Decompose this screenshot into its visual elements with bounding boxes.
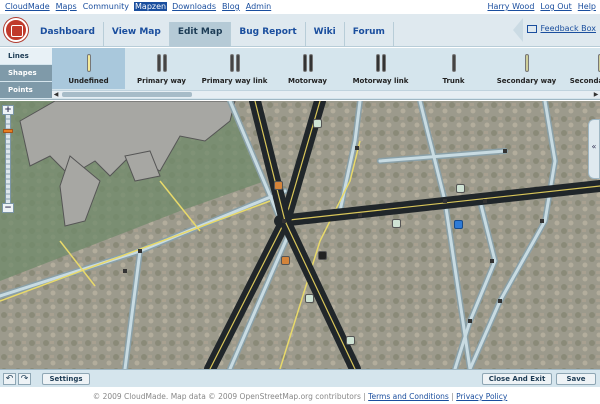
way-type-icon <box>229 54 240 72</box>
shop-icon[interactable] <box>274 181 283 190</box>
way-type-scrollbar[interactable]: ◀ ▶ <box>52 90 600 98</box>
scroll-thumb[interactable] <box>62 92 192 97</box>
way-type-icon <box>86 54 91 72</box>
terms-link[interactable]: Terms and Conditions <box>368 392 449 401</box>
link-community[interactable]: Community <box>82 2 130 11</box>
way-swatch <box>162 54 167 72</box>
map-canvas[interactable]: + − « <box>0 101 600 369</box>
way-swatch <box>524 54 529 72</box>
way-type-item[interactable]: Motorway link <box>344 48 417 89</box>
feedback-label: Feedback Box <box>540 24 596 33</box>
way-swatch <box>381 54 386 72</box>
way-type-item[interactable]: Undefined <box>52 48 125 89</box>
feedback-arrow-icon <box>513 18 524 42</box>
category-lines[interactable]: Lines <box>0 48 52 65</box>
privacy-link[interactable]: Privacy Policy <box>456 392 507 401</box>
link-cloudmade[interactable]: CloudMade <box>4 2 51 11</box>
footer-separator: | <box>451 392 454 401</box>
zoom-out-button[interactable]: − <box>2 203 14 213</box>
way-type-item[interactable]: Primary way <box>125 48 198 89</box>
zoom-in-button[interactable]: + <box>2 105 14 115</box>
scroll-left-icon[interactable]: ◀ <box>52 91 60 98</box>
way-type-item[interactable]: Motorway <box>271 48 344 89</box>
way-type-label: Motorway link <box>352 77 409 85</box>
bus-station-icon[interactable] <box>454 220 463 229</box>
feature-toolbar: Lines Shapes Points Undefined Primary way… <box>0 48 600 100</box>
cloudmade-logo-icon[interactable] <box>4 18 28 42</box>
bottom-toolbar: ↶ ↷ Settings Close And Exit Save <box>0 369 600 387</box>
link-downloads[interactable]: Downloads <box>171 2 217 11</box>
marker-icon[interactable] <box>318 251 327 260</box>
bus-stop-icon[interactable] <box>305 294 314 303</box>
link-maps[interactable]: Maps <box>55 2 78 11</box>
way-type-label: Motorway <box>288 77 327 85</box>
way-swatch <box>235 54 240 72</box>
way-type-label: Secondary way <box>569 77 600 85</box>
scroll-right-icon[interactable]: ▶ <box>592 91 600 98</box>
tab-edit-map[interactable]: Edit Map <box>169 22 232 47</box>
feedback-icon <box>527 24 538 33</box>
way-type-list: Undefined Primary way Primary way link Moto… <box>52 48 600 89</box>
map-imagery <box>0 101 600 369</box>
nav-tabs: Dashboard View Map Edit Map Bug Report W… <box>32 22 394 47</box>
way-type-icon <box>302 54 313 72</box>
user-name-link[interactable]: Harry Wood <box>487 2 534 11</box>
link-blog[interactable]: Blog <box>221 2 241 11</box>
way-swatch <box>375 54 380 72</box>
way-swatch <box>451 54 456 72</box>
tab-bug-report[interactable]: Bug Report <box>231 22 306 47</box>
way-swatch <box>156 54 161 72</box>
logout-link[interactable]: Log Out <box>540 2 571 11</box>
way-swatch <box>302 54 307 72</box>
feedback-box-link[interactable]: Feedback Box <box>513 18 596 42</box>
way-type-label: Trunk <box>442 77 465 85</box>
zoom-slider[interactable] <box>3 115 13 203</box>
way-type-icon <box>156 54 167 72</box>
bus-stop-icon[interactable] <box>346 336 355 345</box>
way-type-label: Secondary way <box>496 77 557 85</box>
way-type-item[interactable]: Secondary way <box>490 48 563 89</box>
zoom-slider-knob[interactable] <box>3 129 13 133</box>
user-links: Harry Wood Log Out Help <box>487 2 596 11</box>
tab-wiki[interactable]: Wiki <box>306 22 345 47</box>
footer: © 2009 CloudMade. Map data © 2009 OpenSt… <box>0 392 600 401</box>
way-type-icon <box>375 54 386 72</box>
way-type-icon <box>451 54 456 72</box>
way-type-item[interactable]: Secondary way <box>563 48 600 89</box>
site-links: CloudMade Maps Community Mapzen Download… <box>4 2 272 11</box>
top-bar: CloudMade Maps Community Mapzen Download… <box>0 0 600 14</box>
zoom-control: + − <box>2 105 14 213</box>
way-swatch <box>229 54 234 72</box>
shop-icon[interactable] <box>281 256 290 265</box>
way-swatch <box>86 54 91 72</box>
bus-stop-icon[interactable] <box>313 119 322 128</box>
close-and-exit-button[interactable]: Close And Exit <box>482 373 552 385</box>
way-type-label: Primary way <box>137 77 186 85</box>
link-mapzen[interactable]: Mapzen <box>134 2 168 11</box>
copyright-text: © 2009 CloudMade. Map data © 2009 OpenSt… <box>92 392 366 401</box>
settings-button[interactable]: Settings <box>42 373 90 385</box>
way-type-label: Undefined <box>68 77 109 85</box>
feature-categories: Lines Shapes Points <box>0 48 52 100</box>
category-shapes[interactable]: Shapes <box>0 65 52 82</box>
tab-dashboard[interactable]: Dashboard <box>32 22 104 47</box>
link-admin[interactable]: Admin <box>245 2 273 11</box>
redo-button[interactable]: ↷ <box>18 373 31 385</box>
category-points[interactable]: Points <box>0 82 52 99</box>
undo-button[interactable]: ↶ <box>3 373 16 385</box>
way-swatch <box>308 54 313 72</box>
way-type-item[interactable]: Trunk <box>417 48 490 89</box>
bus-stop-icon[interactable] <box>456 184 465 193</box>
way-type-label: Primary way link <box>201 77 268 85</box>
way-type-item[interactable]: Primary way link <box>198 48 271 89</box>
help-link[interactable]: Help <box>578 2 596 11</box>
way-type-icon <box>524 54 529 72</box>
save-button[interactable]: Save <box>556 373 596 385</box>
tab-forum[interactable]: Forum <box>345 22 394 47</box>
main-nav: Dashboard View Map Edit Map Bug Report W… <box>0 14 600 47</box>
bus-stop-icon[interactable] <box>392 219 401 228</box>
tab-view-map[interactable]: View Map <box>104 22 170 47</box>
side-panel-toggle[interactable]: « <box>588 119 600 179</box>
